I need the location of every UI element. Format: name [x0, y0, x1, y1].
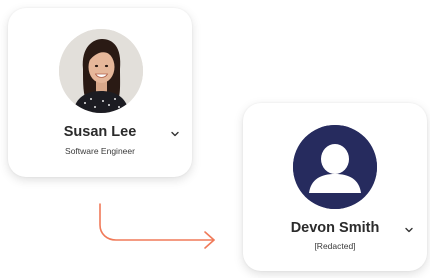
- profile-title: Software Engineer: [65, 146, 135, 156]
- avatar-photo: [59, 29, 143, 113]
- chevron-down-icon[interactable]: [404, 226, 414, 234]
- user-silhouette-graphic: [293, 125, 377, 209]
- profile-name: Devon Smith: [290, 220, 380, 236]
- profile-card-susan-lee[interactable]: Susan Lee Software Engineer: [8, 8, 192, 177]
- profile-title-redacted: [Redacted]: [314, 241, 356, 251]
- profile-name: Susan Lee: [63, 124, 137, 140]
- arrow-right-icon: [99, 203, 215, 249]
- profile-card-devon-smith[interactable]: Devon Smith [Redacted]: [243, 103, 427, 271]
- portrait-image: [59, 29, 143, 113]
- user-silhouette-icon: [293, 125, 377, 209]
- chevron-down-icon[interactable]: [170, 130, 180, 138]
